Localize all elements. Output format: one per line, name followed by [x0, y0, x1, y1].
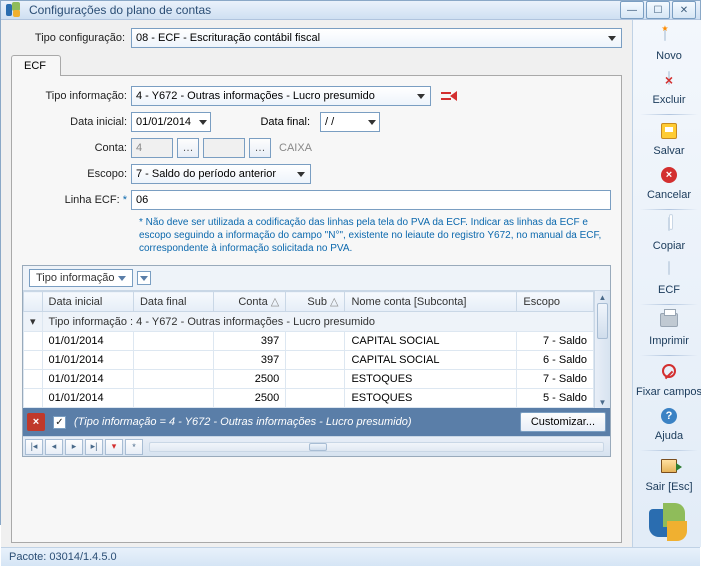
ecf-button[interactable]: ECF — [633, 258, 701, 300]
subconta-input — [203, 138, 245, 158]
subconta-lookup-button[interactable]: … — [249, 138, 271, 158]
col-escopo[interactable]: Escopo — [517, 292, 594, 312]
linha-ecf-label: Linha ECF: — [65, 194, 120, 206]
nav-extra-button[interactable]: * — [125, 439, 143, 455]
novo-button[interactable]: ★Novo — [633, 24, 701, 66]
excluir-button[interactable]: ×Excluir — [633, 68, 701, 110]
horizontal-scrollbar[interactable] — [149, 442, 604, 452]
escopo-select[interactable]: 7 - Saldo do período anterior — [131, 164, 311, 184]
sair-button[interactable]: Sair [Esc] — [633, 455, 701, 497]
nav-filter-button[interactable]: ▾ — [105, 439, 123, 455]
col-conta: Conta — [238, 296, 267, 308]
grid: Tipo informação Data inicial Data final — [22, 265, 611, 457]
linha-ecf-input[interactable] — [131, 190, 611, 210]
col-nome[interactable]: Nome conta [Subconta] — [345, 292, 517, 312]
expand-header[interactable] — [24, 292, 43, 312]
sort-asc-icon — [118, 276, 126, 281]
group-field-chip[interactable]: Tipo informação — [36, 272, 114, 284]
brand-logo — [649, 503, 689, 543]
pacote-version: Pacote: 03014/1.4.5.0 — [9, 551, 117, 563]
vertical-scrollbar[interactable]: ▲ ▼ — [594, 291, 610, 408]
conta-lookup-button[interactable]: … — [177, 138, 199, 158]
fixar-campos-button[interactable]: Fixar campos — [633, 360, 701, 402]
close-button[interactable]: ✕ — [672, 1, 696, 19]
table-row[interactable]: 01/01/20142500ESTOQUES7 - Saldo — [24, 370, 594, 389]
ajuda-button[interactable]: ?Ajuda — [633, 404, 701, 446]
data-inicial-label: Data inicial: — [22, 116, 127, 128]
filter-text: (Tipo informação = 4 - Y672 - Outras inf… — [74, 416, 512, 428]
group-row[interactable]: ▾Tipo informação : 4 - Y672 - Outras inf… — [24, 312, 594, 332]
nav-last-button[interactable]: ▸| — [85, 439, 103, 455]
scroll-up-icon[interactable]: ▲ — [595, 291, 610, 303]
group-by-bar[interactable]: Tipo informação — [23, 266, 610, 291]
table-row[interactable]: 01/01/20142500ESTOQUES5 - Saldo — [24, 389, 594, 408]
app-window: Configurações do plano de contas — ☐ ✕ T… — [0, 0, 701, 525]
window-title: Configurações do plano de contas — [25, 3, 620, 17]
data-final-label: Data final: — [221, 116, 316, 128]
callout-arrow-icon — [441, 91, 457, 101]
status-bar: Pacote: 03014/1.4.5.0 — [1, 547, 700, 566]
escopo-label: Escopo: — [22, 168, 127, 180]
tipo-info-label: Tipo informação: — [22, 90, 127, 102]
salvar-button[interactable]: Salvar — [633, 119, 701, 161]
conta-nome: CAIXA — [275, 142, 312, 154]
tipo-info-select[interactable]: 4 - Y672 - Outras informações - Lucro pr… — [131, 86, 431, 106]
help-note: * Não deve ser utilizada a codificação d… — [22, 216, 611, 261]
action-sidebar: ★Novo ×Excluir Salvar ×Cancelar Copiar E… — [632, 20, 701, 547]
customize-button[interactable]: Customizar... — [520, 412, 606, 432]
minimize-button[interactable]: — — [620, 1, 644, 19]
tipo-config-label: Tipo configuração: — [11, 32, 131, 44]
scroll-thumb[interactable] — [597, 303, 608, 339]
scroll-down-icon[interactable]: ▼ — [595, 396, 610, 408]
maximize-button[interactable]: ☐ — [646, 1, 670, 19]
data-inicial-input[interactable] — [131, 112, 211, 132]
data-table: Data inicial Data final Conta △ Sub △ No… — [23, 291, 594, 408]
imprimir-button[interactable]: Imprimir — [633, 309, 701, 351]
nav-prev-button[interactable]: ◂ — [45, 439, 63, 455]
app-icon — [5, 2, 21, 18]
titlebar: Configurações do plano de contas — ☐ ✕ — [1, 1, 700, 20]
conta-input — [131, 138, 173, 158]
filter-clear-button[interactable]: × — [27, 413, 45, 431]
table-row[interactable]: 01/01/2014397CAPITAL SOCIAL6 - Saldo — [24, 351, 594, 370]
nav-first-button[interactable]: |◂ — [25, 439, 43, 455]
group-remove-button[interactable] — [137, 271, 151, 285]
col-data-final[interactable]: Data final — [133, 292, 213, 312]
table-row[interactable]: 01/01/2014397CAPITAL SOCIAL7 - Saldo — [24, 332, 594, 351]
tab-ecf[interactable]: ECF — [11, 55, 61, 76]
navigator-bar: |◂ ◂ ▸ ▸| ▾ * — [23, 436, 610, 456]
filter-bar: × ✓ (Tipo informação = 4 - Y672 - Outras… — [23, 408, 610, 436]
tipo-config-select[interactable]: 08 - ECF - Escrituração contábil fiscal — [131, 28, 622, 48]
content-area: Tipo configuração: 08 - ECF - Escrituraç… — [1, 20, 632, 547]
required-mark: * — [123, 194, 127, 206]
col-sub: Sub — [307, 296, 327, 308]
col-data-inicial[interactable]: Data inicial — [42, 292, 133, 312]
nav-next-button[interactable]: ▸ — [65, 439, 83, 455]
data-final-input[interactable] — [320, 112, 380, 132]
conta-label: Conta: — [22, 142, 127, 154]
filter-checkbox[interactable]: ✓ — [53, 416, 66, 429]
cancelar-button[interactable]: ×Cancelar — [633, 163, 701, 205]
ecf-panel: Tipo informação: 4 - Y672 - Outras infor… — [11, 75, 622, 543]
copiar-button[interactable]: Copiar — [633, 214, 701, 256]
